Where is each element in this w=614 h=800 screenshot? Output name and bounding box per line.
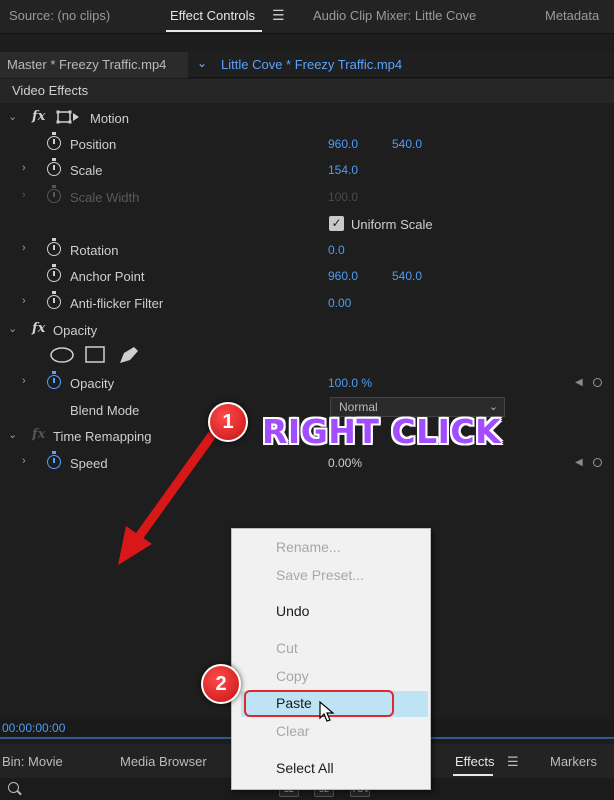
- right-click-annotation: RIGHT CLICK: [262, 412, 502, 451]
- step-2-badge: 2: [201, 664, 241, 704]
- annotation-arrow: [118, 430, 217, 565]
- step-1-badge: 1: [208, 402, 248, 442]
